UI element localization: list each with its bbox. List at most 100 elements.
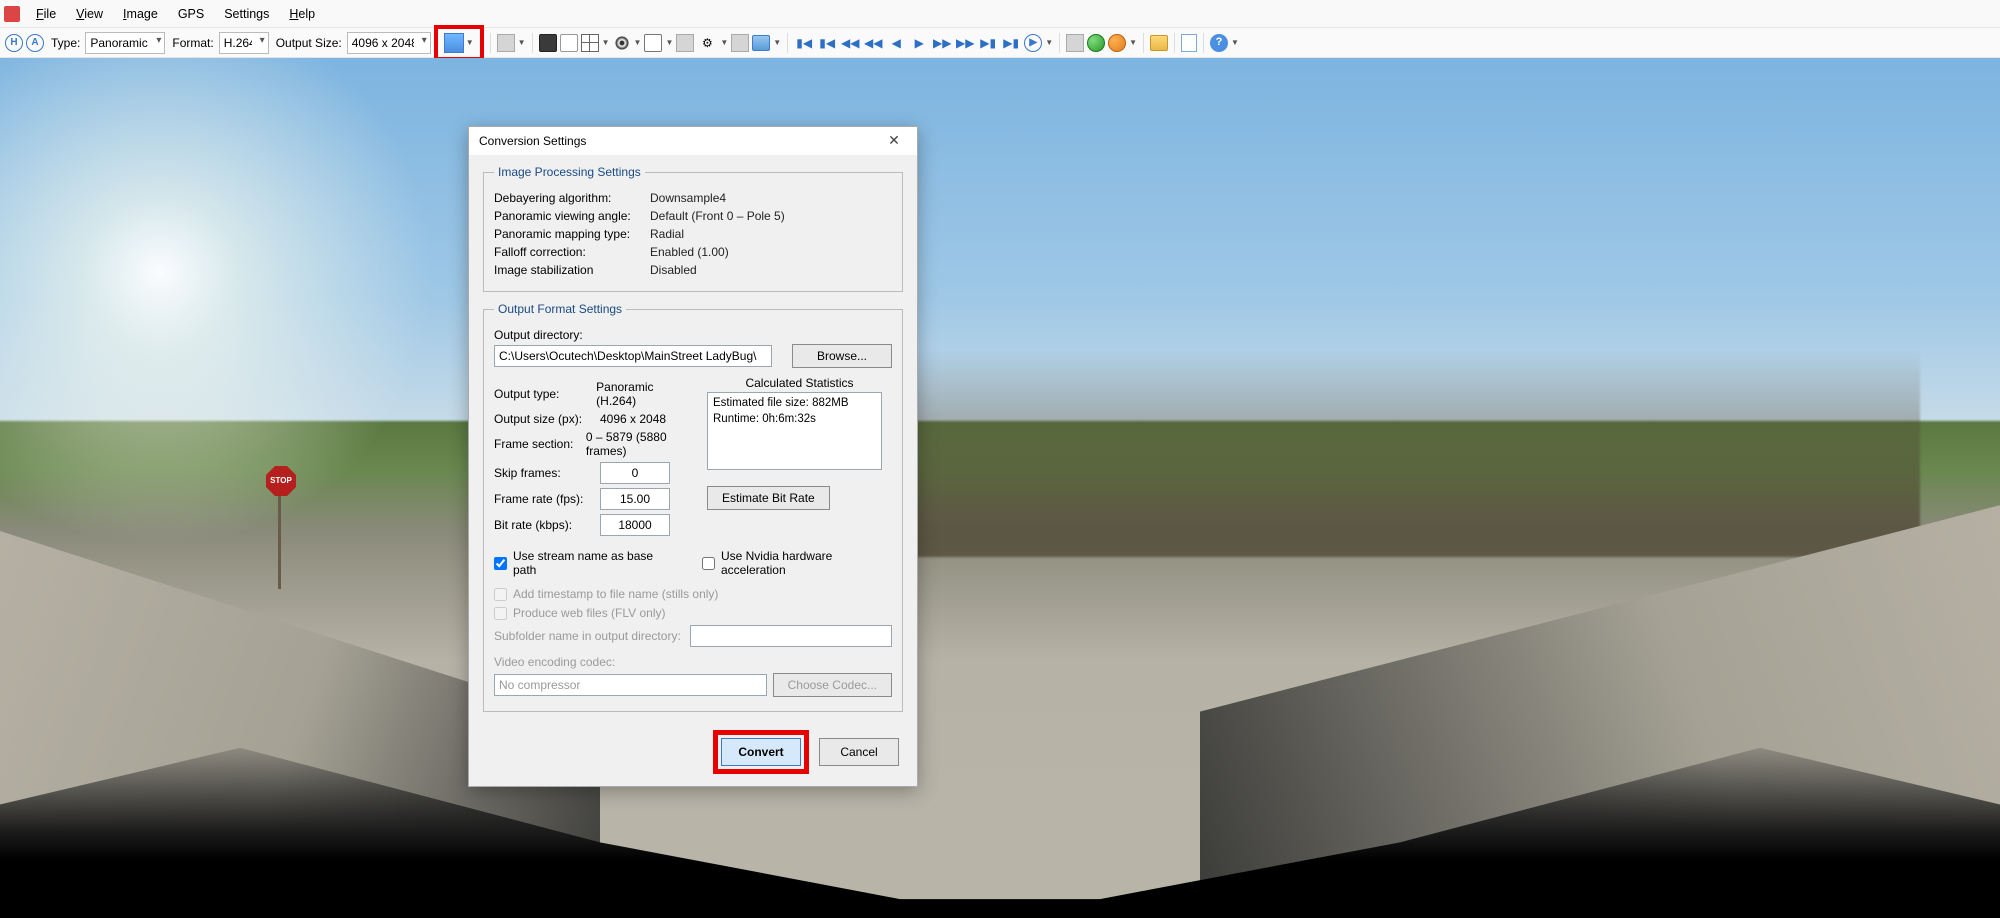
menu-view[interactable]: View [66,3,113,25]
maptype-value: Radial [650,227,684,241]
app-icon [4,6,20,22]
format-label: Format: [172,36,213,50]
falloff-label: Falloff correction: [494,245,644,259]
chk-nvidia[interactable]: Use Nvidia hardware acceleration [702,549,892,577]
output-format-fieldset: Output Format Settings Output directory:… [483,302,903,712]
go-start-icon[interactable]: ▮◀ [794,33,814,53]
chk-webfiles: Produce web files (FLV only) [494,606,892,620]
record-a-icon[interactable]: A [26,34,44,52]
falloff-value: Enabled (1.00) [650,245,729,259]
outsize-label: Output size (px): [494,412,594,426]
cancel-button[interactable]: Cancel [819,738,899,766]
type-label: Type: [51,36,80,50]
dropdown-icon-8[interactable]: ▼ [1129,38,1137,47]
menu-gps[interactable]: GPS [168,3,214,25]
tool-icon-2[interactable] [731,34,749,52]
conversion-settings-dialog: Conversion Settings ✕ Image Processing S… [468,126,918,787]
record-h-icon[interactable]: H [5,34,23,52]
convert-toolbar-highlight: ▼ [434,25,484,61]
tool-icon[interactable] [676,34,694,52]
tool-gray-1[interactable] [497,34,515,52]
calc-stats-box: Estimated file size: 882MB Runtime: 0h:6… [707,392,882,470]
outputdir-input[interactable] [494,345,772,367]
bitrate-input[interactable] [600,514,670,536]
outputsize-label: Output Size: [276,36,342,50]
menu-image[interactable]: Image [113,3,168,25]
subfolder-input [690,625,892,647]
skip-next-icon[interactable]: ▶▮ [978,33,998,53]
skip-input[interactable] [600,462,670,484]
menubar: File View Image GPS Settings Help [0,0,2000,28]
maptype-label: Panoramic mapping type: [494,227,644,241]
dropdown-icon-6[interactable]: ▼ [773,38,781,47]
view-dark-icon[interactable] [539,34,557,52]
image-processing-legend: Image Processing Settings [494,165,645,179]
eye-icon[interactable] [613,34,631,52]
convert-highlight: Convert [713,730,809,774]
dropdown-icon[interactable]: ▼ [518,38,526,47]
outsize-value: 4096 x 2048 [600,412,666,426]
type-select[interactable]: Panoramic [85,32,165,54]
section-label: Frame section: [494,437,580,451]
outputsize-select[interactable]: 4096 x 2048 [347,32,431,54]
globe-orange-icon[interactable] [1108,34,1126,52]
viewangle-value: Default (Front 0 – Pole 5) [650,209,785,223]
estimate-bitrate-button[interactable]: Estimate Bit Rate [707,486,830,510]
window-icon[interactable] [644,34,662,52]
close-button[interactable]: ✕ [879,130,909,152]
subfolder-label: Subfolder name in output directory: [494,629,684,643]
convert-dropdown-icon[interactable]: ▼ [466,38,474,47]
outtype-value: Panoramic (H.264) [596,380,693,408]
dropdown-icon-3[interactable]: ▼ [634,38,642,47]
codec-input [494,674,767,696]
step-back-icon[interactable]: ◀ [886,33,906,53]
convert-icon[interactable] [444,33,464,53]
globe-green-icon[interactable] [1087,34,1105,52]
skip-prev-icon[interactable]: ▮◀ [817,33,837,53]
settings-gear-icon[interactable]: ⚙ [697,33,717,53]
help-icon[interactable]: ? [1210,34,1228,52]
format-select[interactable]: H.264 [219,32,269,54]
menu-settings[interactable]: Settings [214,3,279,25]
menu-help[interactable]: Help [279,3,325,25]
page-icon[interactable] [1181,34,1197,52]
convert-button[interactable]: Convert [721,738,801,766]
image-processing-fieldset: Image Processing Settings Debayering alg… [483,165,903,292]
rewind-icon[interactable]: ◀◀ [863,33,883,53]
browse-button[interactable]: Browse... [792,344,892,368]
output-format-legend: Output Format Settings [494,302,626,316]
image-icon[interactable] [752,35,770,51]
menu-file[interactable]: File [26,3,66,25]
chk-streamname[interactable]: Use stream name as base path [494,549,672,577]
dialog-title: Conversion Settings [479,134,586,148]
section-value: 0 – 5879 (5880 frames) [586,430,693,458]
stabilization-label: Image stabilization [494,263,644,277]
dropdown-icon-5[interactable]: ▼ [720,38,728,47]
go-end-icon[interactable]: ▶▮ [1001,33,1021,53]
play-circle-icon[interactable]: ▶ [1024,34,1042,52]
dropdown-icon-4[interactable]: ▼ [665,38,673,47]
forward-fast-icon[interactable]: ▶▶ [955,33,975,53]
debayer-label: Debayering algorithm: [494,191,644,205]
dropdown-icon-7[interactable]: ▼ [1045,38,1053,47]
dropdown-icon-9[interactable]: ▼ [1231,38,1239,47]
bitrate-label: Bit rate (kbps): [494,518,594,532]
folder-icon[interactable] [1150,35,1168,51]
grid-icon[interactable] [581,34,599,52]
view-light-icon[interactable] [560,34,578,52]
dropdown-icon-2[interactable]: ▼ [602,38,610,47]
tool-icon-3[interactable] [1066,34,1084,52]
panorama-viewport[interactable]: STOP Conversion Settings ✕ Image Process… [0,58,2000,918]
choose-codec-button: Choose Codec... [773,673,892,697]
forward-icon[interactable]: ▶▶ [932,33,952,53]
fps-input[interactable] [600,488,670,510]
stabilization-value: Disabled [650,263,697,277]
outputdir-label: Output directory: [494,328,583,342]
stop-sign: STOP [266,466,296,496]
rewind-fast-icon[interactable]: ◀◀ [840,33,860,53]
play-icon[interactable]: ▶ [909,33,929,53]
fps-label: Frame rate (fps): [494,492,594,506]
sign-pole [278,494,281,589]
debayer-value: Downsample4 [650,191,726,205]
codec-label: Video encoding codec: [494,655,892,669]
